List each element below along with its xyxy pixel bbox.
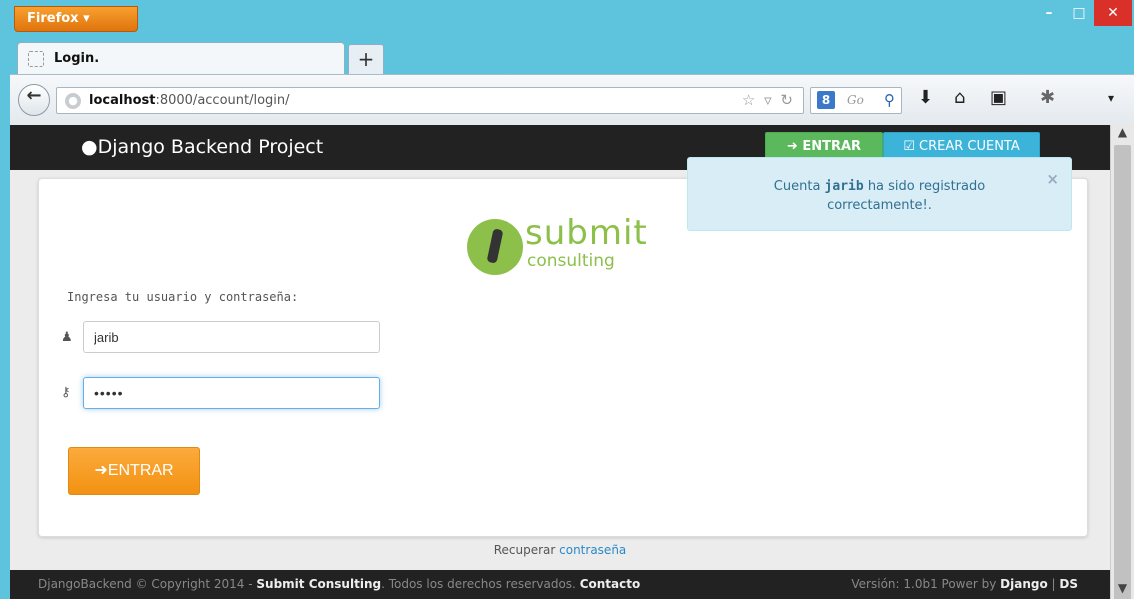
- search-placeholder: Go: [847, 93, 864, 107]
- download-icon[interactable]: ⬇: [918, 87, 933, 108]
- logo-subtitle: consulting: [527, 251, 615, 271]
- alert-line-1: Cuenta jarib ha sido registrado: [688, 177, 1071, 196]
- version-text: Versión: 1.0b1 Power by: [851, 577, 1001, 591]
- recover-prefix: Recuperar: [493, 543, 560, 557]
- site-identity-icon[interactable]: ●: [65, 93, 81, 109]
- key-icon: ⚷: [61, 385, 71, 400]
- search-bar[interactable]: 8 Go ⚲: [810, 87, 902, 114]
- scroll-down-icon[interactable]: ▼: [1111, 581, 1134, 599]
- firefox-menu-button[interactable]: Firefox ▾: [14, 6, 138, 32]
- footer-separator: |: [1047, 577, 1060, 591]
- back-arrow-icon: ←: [26, 85, 42, 106]
- alert-username: jarib: [824, 179, 864, 194]
- site-footer: DjangoBackend © Copyright 2014 - Submit …: [10, 570, 1110, 599]
- logo-word: submit: [525, 213, 648, 253]
- page-scrollbar[interactable]: ▲ ▼: [1110, 125, 1134, 599]
- new-tab-button[interactable]: +: [348, 44, 384, 74]
- maximize-button[interactable]: □: [1064, 0, 1094, 26]
- alert-message: ha sido registrado: [863, 179, 986, 194]
- success-alert: × Cuenta jarib ha sido registrado correc…: [687, 157, 1072, 231]
- browser-tab[interactable]: Login.: [17, 42, 345, 74]
- rights-text: . Todos los derechos reservados.: [381, 577, 580, 591]
- site-brand[interactable]: ●Django Backend Project: [81, 136, 323, 158]
- alert-close-button[interactable]: ×: [1046, 170, 1059, 188]
- django-link[interactable]: Django: [1000, 577, 1048, 591]
- check-square-icon: ☑: [903, 139, 920, 154]
- login-card: submit consulting Ingresa tu usuario y c…: [38, 178, 1088, 537]
- contact-link[interactable]: Contacto: [580, 577, 641, 591]
- user-icon: ♟: [61, 330, 73, 345]
- url-text[interactable]: localhost:8000/account/login/: [89, 93, 290, 108]
- logo-circle: [467, 219, 523, 275]
- search-magnifier-icon[interactable]: ⚲: [884, 91, 895, 109]
- url-actions: ☆ ▿ ↻: [742, 91, 795, 109]
- logo-mark: [486, 228, 504, 264]
- web-page: ●Django Backend Project ➜ ENTRAR ☑ CREAR…: [10, 125, 1110, 599]
- back-button[interactable]: ←: [18, 84, 50, 116]
- bookmark-star-icon[interactable]: ☆: [742, 91, 757, 109]
- version-info: Versión: 1.0b1 Power by Django | DS: [851, 577, 1078, 591]
- recover-password-link[interactable]: contraseña: [559, 543, 626, 557]
- history-dropdown-icon[interactable]: ▿: [764, 91, 774, 109]
- tab-title: Login.: [54, 51, 100, 66]
- search-engine-icon[interactable]: 8: [817, 91, 835, 109]
- alert-line-2: correctamente!.: [827, 198, 932, 213]
- scroll-up-icon[interactable]: ▲: [1111, 125, 1134, 143]
- brand-title: Django Backend Project: [97, 136, 324, 158]
- nav-login-label: ENTRAR: [802, 139, 862, 154]
- alert-prefix: Cuenta: [773, 179, 825, 194]
- recover-password: Recuperar contraseña: [10, 543, 1110, 557]
- bookmarks-menu-icon[interactable]: ▣: [990, 87, 1007, 108]
- ds-link[interactable]: DS: [1059, 577, 1078, 591]
- addon-icon[interactable]: ✱: [1040, 87, 1055, 108]
- sign-in-icon: ➜: [94, 462, 108, 479]
- login-submit-label: ENTRAR: [107, 462, 174, 479]
- toolbar-overflow-icon[interactable]: ▾: [1108, 91, 1114, 105]
- nav-register-label: CREAR CUENTA: [919, 139, 1020, 154]
- company-link[interactable]: Submit Consulting: [256, 577, 381, 591]
- login-submit-button[interactable]: ➜ENTRAR: [68, 447, 200, 495]
- window-titlebar: Firefox ▾ – □ ✕: [0, 0, 1134, 38]
- url-host: localhost: [89, 93, 156, 108]
- copyright-text: DjangoBackend © Copyright 2014 -: [38, 577, 257, 591]
- sign-in-icon: ➜: [786, 139, 803, 154]
- submit-consulting-logo: submit consulting: [467, 213, 677, 275]
- browser-navbar: ← ● localhost:8000/account/login/ ☆ ▿ ↻ …: [10, 74, 1134, 125]
- url-path: :8000/account/login/: [155, 93, 290, 108]
- minimize-button[interactable]: –: [1034, 0, 1064, 26]
- page-favicon-icon: [28, 51, 44, 67]
- login-prompt: Ingresa tu usuario y contraseña:: [67, 290, 299, 304]
- password-input[interactable]: [83, 377, 380, 409]
- scroll-thumb[interactable]: [1114, 145, 1131, 599]
- reload-icon[interactable]: ↻: [780, 91, 795, 109]
- username-input[interactable]: [83, 321, 380, 353]
- globe-icon: ●: [81, 136, 98, 158]
- url-bar[interactable]: ● localhost:8000/account/login/ ☆ ▿ ↻: [56, 87, 804, 114]
- close-window-button[interactable]: ✕: [1094, 0, 1132, 26]
- home-icon[interactable]: ⌂: [954, 87, 965, 108]
